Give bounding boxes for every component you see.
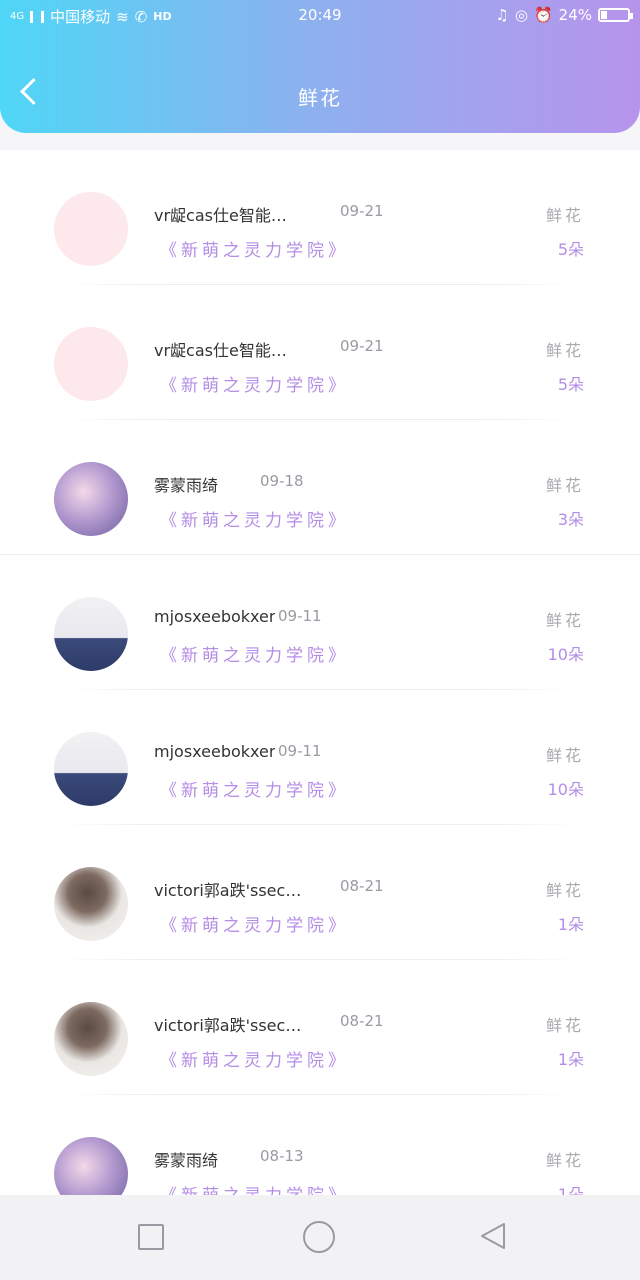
gift-type-label: 鲜花: [545, 746, 584, 765]
anime-boy-avatar[interactable]: [54, 732, 128, 806]
college-name: 《新萌之灵力学院》: [160, 646, 349, 666]
list-item[interactable]: 雾蒙雨绮 08-13 《新萌之灵力学院》 鲜花 1朵: [0, 1095, 640, 1195]
status-bar: 4G 中国移动 ≋ ✆ HD 20:49 ♫ ◎ ⏰ 24%: [0, 0, 640, 32]
gift-type-label: 鲜花: [545, 1151, 584, 1170]
user-name: vr龊cas仕e智能…: [154, 206, 287, 225]
cartoon-girl-avatar[interactable]: [54, 327, 128, 401]
gift-type-label: 鲜花: [545, 881, 584, 900]
record-date: 09-11: [278, 742, 322, 760]
list-item[interactable]: 雾蒙雨绮 09-18 《新萌之灵力学院》 鲜花 3朵: [0, 420, 640, 555]
gift-type-label: 鲜花: [545, 611, 584, 630]
rotation-lock-icon: ◎: [514, 6, 528, 24]
list-item[interactable]: victori郭a跌'ssec… 08-21 《新萌之灵力学院》 鲜花 1朵: [0, 825, 640, 960]
gift-count: 5朵: [557, 375, 584, 394]
user-name: victori郭a跌'ssec…: [154, 881, 302, 900]
anime-boy-avatar[interactable]: [54, 597, 128, 671]
college-name: 《新萌之灵力学院》: [160, 1051, 349, 1071]
battery-icon: [598, 8, 633, 22]
recent-apps-square-icon[interactable]: [138, 1224, 164, 1250]
gift-count: 5朵: [557, 240, 584, 259]
app-header: 4G 中国移动 ≋ ✆ HD 20:49 ♫ ◎ ⏰ 24% 鲜花: [0, 0, 640, 133]
user-name: mjosxeebokxer: [154, 742, 276, 761]
record-date: 09-11: [278, 607, 322, 625]
list-item[interactable]: mjosxeebokxer 09-11 《新萌之灵力学院》 鲜花 10朵: [0, 690, 640, 825]
user-name: 雾蒙雨绮: [154, 476, 219, 495]
list-item[interactable]: vr龊cas仕e智能… 09-21 《新萌之灵力学院》 鲜花 5朵: [0, 285, 640, 420]
user-name: victori郭a跌'ssec…: [154, 1016, 302, 1035]
college-name: 《新萌之灵力学院》: [160, 376, 349, 396]
mute-icon: ♫: [495, 6, 509, 24]
record-date: 08-21: [340, 877, 384, 895]
record-date: 08-13: [260, 1147, 304, 1165]
gift-count: 10朵: [547, 645, 584, 664]
college-name: 《新萌之灵力学院》: [160, 511, 349, 531]
gift-count: 1朵: [557, 1185, 584, 1195]
anime-girl-avatar[interactable]: [54, 462, 128, 536]
gift-type-label: 鲜花: [545, 476, 584, 495]
user-name: vr龊cas仕e智能…: [154, 341, 287, 360]
battery-percent: 24%: [558, 6, 592, 24]
gift-count: 1朵: [557, 915, 584, 934]
photo-person-avatar[interactable]: [54, 1002, 128, 1076]
record-date: 09-18: [260, 472, 304, 490]
list-item[interactable]: victori郭a跌'ssec… 08-21 《新萌之灵力学院》 鲜花 1朵: [0, 960, 640, 1095]
college-name: 《新萌之灵力学院》: [160, 241, 349, 261]
gift-type-label: 鲜花: [545, 1016, 584, 1035]
record-date: 08-21: [340, 1012, 384, 1030]
gift-type-label: 鲜花: [545, 341, 584, 360]
college-name: 《新萌之灵力学院》: [160, 916, 349, 936]
gift-count: 1朵: [557, 1050, 584, 1069]
back-triangle-icon[interactable]: [478, 1221, 508, 1251]
list-item[interactable]: vr龊cas仕e智能… 09-21 《新萌之灵力学院》 鲜花 5朵: [0, 150, 640, 285]
flower-record-list: vr龊cas仕e智能… 09-21 《新萌之灵力学院》 鲜花 5朵 vr龊cas仕e智能……: [0, 150, 640, 1195]
record-date: 09-21: [340, 202, 384, 220]
system-nav-bar: [0, 1195, 640, 1280]
user-name: mjosxeebokxer: [154, 607, 276, 626]
cartoon-girl-avatar[interactable]: [54, 192, 128, 266]
anime-girl-avatar[interactable]: [54, 1137, 128, 1195]
college-name: 《新萌之灵力学院》: [160, 781, 349, 801]
home-circle-icon[interactable]: [303, 1221, 335, 1253]
college-name: 《新萌之灵力学院》: [160, 1181, 349, 1195]
photo-person-avatar[interactable]: [54, 867, 128, 941]
alarm-icon: ⏰: [533, 6, 553, 24]
gift-count: 10朵: [547, 780, 584, 799]
page-title: 鲜花: [298, 86, 342, 110]
gift-count: 3朵: [557, 510, 584, 529]
record-date: 09-21: [340, 337, 384, 355]
user-name: 雾蒙雨绮: [154, 1151, 219, 1170]
gift-type-label: 鲜花: [545, 206, 584, 225]
list-item[interactable]: mjosxeebokxer 09-11 《新萌之灵力学院》 鲜花 10朵: [0, 555, 640, 690]
